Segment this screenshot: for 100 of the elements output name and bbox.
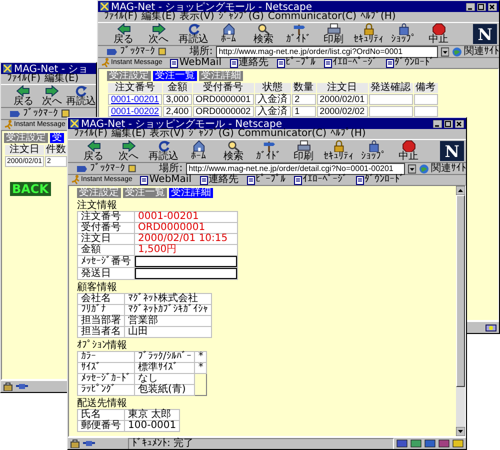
toolbar-button[interactable]: ｶﾞｲﾄﾞ (281, 23, 316, 45)
tab[interactable]: 受注設定 (4, 133, 48, 143)
tab[interactable]: 受注詳細 (199, 71, 243, 81)
field-label: 発送日 (78, 268, 134, 280)
input-field[interactable] (135, 268, 237, 279)
toolbar-button[interactable]: 中止 (391, 140, 426, 162)
toolbar-button[interactable]: ｶﾞｲﾄﾞ (251, 140, 286, 162)
table-cell: 100-0001 (124, 420, 180, 432)
running-figure-icon (101, 58, 110, 68)
toolbar-button[interactable]: 戻る (76, 140, 111, 162)
tab[interactable]: 受注詳細 (169, 188, 213, 198)
toolbar-button[interactable]: ｼｮｯﾌﾟ (386, 23, 421, 45)
column-header: 受付番号 (192, 83, 254, 93)
toolbar-button[interactable]: 次へ (141, 23, 176, 45)
back-button[interactable]: BACK (10, 182, 51, 196)
column-header: 注文日 (316, 83, 368, 93)
menu-item[interactable]: ｼﾞｬﾝﾌﾟ(G) (218, 12, 264, 22)
column-header: 備考 (414, 83, 438, 93)
url-field[interactable]: http://www.mag-net.ne.jp/order/detail.cgi?No=0001-00201 (186, 162, 405, 174)
menu-item[interactable]: 編集(E) (142, 12, 176, 22)
personal-toolbar-button[interactable]: ﾋﾟｰﾌﾟﾙ (276, 58, 316, 68)
tab[interactable]: 受注一覧 (153, 71, 197, 81)
related-button[interactable]: 関連ｻｲﾄ (452, 46, 499, 57)
scroll-down-icon[interactable] (456, 427, 465, 436)
toolbar-button[interactable]: 検索 (246, 23, 281, 45)
bookmark-icon (76, 164, 88, 173)
minimize-button[interactable] (433, 120, 442, 128)
toolbar-button[interactable]: 再読込 (146, 140, 181, 162)
location-label: 場所: (159, 163, 183, 174)
personal-toolbar-button[interactable]: ｲｴﾛｰﾍﾟｰｼﾞ (294, 175, 348, 185)
minimize-button[interactable] (466, 2, 475, 10)
close-button[interactable] (455, 120, 464, 128)
menu-item[interactable]: 表示(V) (150, 129, 184, 139)
personal-toolbar-button[interactable]: 連絡先 (200, 175, 238, 185)
back-arrow-icon (116, 23, 130, 35)
bookmarks-button[interactable]: ﾌﾞｯｸﾏｰｸ (106, 46, 155, 57)
personal-toolbar-button[interactable]: WebMail (140, 175, 192, 185)
reload-icon (186, 23, 200, 35)
document-icon (386, 58, 394, 68)
bookmarks-button[interactable]: ﾌﾞｯｸﾏｰｸ (76, 163, 125, 174)
toolbar-button[interactable]: 印刷 (316, 23, 351, 45)
document-icon (276, 58, 284, 68)
bookmarks-button[interactable]: ﾌﾞｯｸﾏｰｸ (9, 108, 58, 119)
toolbar-button[interactable]: 次へ (111, 140, 146, 162)
menu-item[interactable]: ﾍﾙﾌﾟ(H) (360, 12, 396, 22)
related-button[interactable]: 関連ｻｲﾄ (418, 163, 466, 174)
personal-toolbar-button[interactable]: ﾀﾞｳﾝﾛｰﾄﾞ (356, 175, 404, 185)
toolbar-button[interactable]: 中止 (421, 23, 456, 45)
scrollbar[interactable] (456, 186, 465, 436)
personal-toolbar-button[interactable]: ﾀﾞｳﾝﾛｰﾄﾞ (386, 58, 434, 68)
maximize-button[interactable] (444, 120, 453, 128)
table-cell: ﾌﾞﾗｯｸ/ｼﾙﾊﾞｰ (134, 352, 195, 362)
menu-item[interactable]: 表示(V) (180, 12, 214, 22)
order-link[interactable]: 0001-00202 (111, 106, 160, 116)
toolbar-button[interactable]: 検索 (216, 140, 251, 162)
toolbar-button[interactable]: 戻る (106, 23, 141, 45)
tab[interactable]: 受注設定 (107, 71, 151, 81)
section-heading: 注文情報 (77, 200, 118, 211)
toolbar-button[interactable]: 再読込 (66, 85, 96, 107)
toolbar-button[interactable]: ﾎｰﾑ (211, 23, 246, 45)
personal-toolbar-button[interactable]: 連絡先 (230, 58, 268, 68)
menu-item[interactable]: ﾌｧｲﾙ(F) (104, 12, 138, 22)
menu-item[interactable]: 編集(E) (44, 74, 79, 84)
toolbar-button[interactable]: ｼｮｯﾌﾟ (356, 140, 391, 162)
tab[interactable]: 受 (50, 133, 64, 143)
toolbar-button[interactable]: ｾｷｭﾘﾃｨ (321, 140, 356, 162)
running-figure-icon (4, 120, 13, 130)
personal-toolbar-button[interactable]: ﾋﾟｰﾌﾟﾙ (246, 175, 286, 185)
menu-item[interactable]: ｼﾞｬﾝﾌﾟ(G) (188, 129, 234, 139)
menu-item[interactable]: ﾌｧｲﾙ(F) (74, 129, 108, 139)
maximize-button[interactable] (477, 2, 486, 10)
tab[interactable]: 受注設定 (77, 188, 121, 198)
table-cell: ORD0000002 (192, 106, 254, 117)
menu-item[interactable]: Communicator(C) (268, 12, 357, 22)
menu-item[interactable]: Communicator(C) (238, 129, 327, 139)
table-cell: 入金済 (254, 106, 291, 117)
section-heading: 配送先情報 (77, 398, 128, 409)
input-field[interactable] (135, 256, 237, 267)
field-label: ｶﾗｰ (78, 352, 134, 362)
toolbar-button[interactable]: ｾｷｭﾘﾃｨ (351, 23, 386, 45)
menu-item[interactable]: ﾍﾙﾌﾟ(H) (330, 129, 366, 139)
table-cell: 包装紙(青) (134, 384, 195, 396)
toolbar-button[interactable]: 再読込 (176, 23, 211, 45)
menu-item[interactable]: 編集(E) (112, 129, 146, 139)
column-header: 発送確認 (368, 83, 413, 93)
personal-toolbar-button[interactable]: WebMail (170, 58, 222, 68)
toolbar-button[interactable]: 次へ (38, 85, 66, 107)
document-icon (170, 58, 178, 68)
toolbar-button[interactable]: 印刷 (286, 140, 321, 162)
field-label: ﾒｯｾｰｼﾞｶｰﾄﾞ (78, 374, 134, 384)
menu-item[interactable]: ﾌｧｲﾙ(F) (7, 74, 41, 84)
toolbar-button[interactable]: 戻る (9, 85, 38, 107)
close-button[interactable] (488, 2, 497, 10)
tab[interactable]: 受注一覧 (123, 188, 167, 198)
url-field[interactable]: http://www.mag-net.ne.jp/order/list.cgi?OrdNo=0001 (216, 46, 438, 58)
toolbar-button[interactable]: ﾎｰﾑ (181, 140, 216, 162)
column-header: 数量 (292, 83, 316, 93)
personal-toolbar-button[interactable]: ｲｴﾛｰﾍﾟｰｼﾞ (324, 58, 378, 68)
scroll-up-icon[interactable] (456, 186, 465, 195)
order-link[interactable]: 0001-00201 (111, 94, 160, 104)
